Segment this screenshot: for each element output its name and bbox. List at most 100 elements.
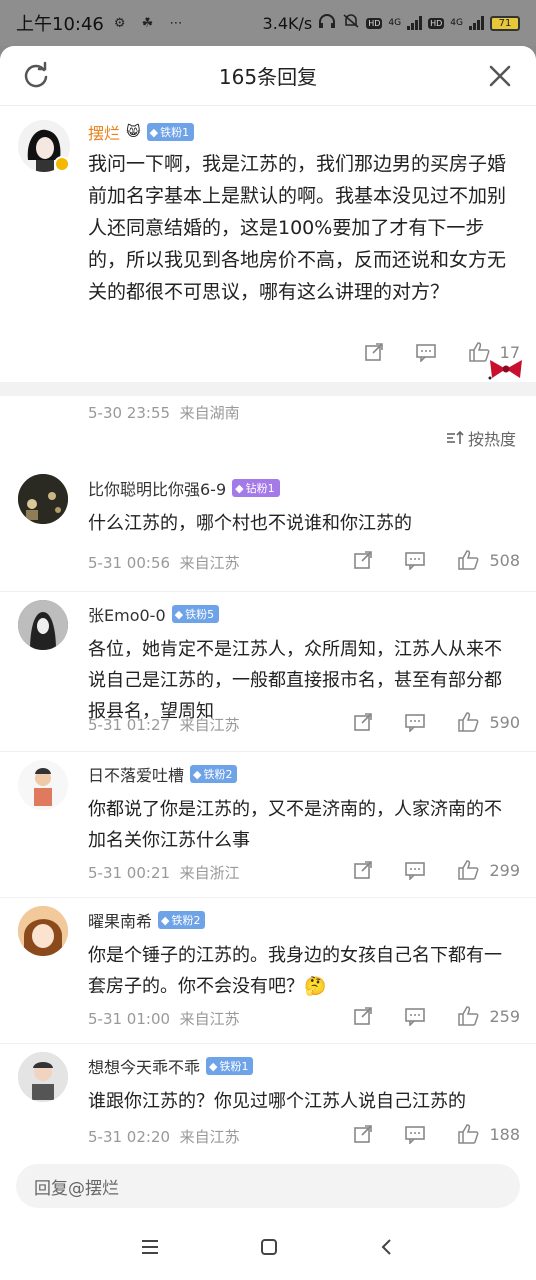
fan-badge-label: 铁粉2 <box>171 914 201 927</box>
fan-badge-label: 铁粉5 <box>185 608 215 621</box>
reply-author-name[interactable]: 日不落爱吐槽 <box>88 762 184 786</box>
diamond-icon: ◆ <box>149 125 159 139</box>
sort-icon <box>446 430 464 444</box>
back-icon <box>381 1239 391 1255</box>
reply-author-row: 张Emo0-0 ◆ 铁粉5 <box>88 602 220 626</box>
post-author-row: 摆烂 😸 ◆ 铁粉1 <box>88 120 195 144</box>
reply-meta: 5-31 01:00 来自江苏 <box>88 1008 240 1029</box>
thumbs-up-icon <box>458 860 479 880</box>
share-button[interactable] <box>353 712 373 732</box>
like-count: 508 <box>489 550 520 570</box>
reply-meta: 5-31 02:20 来自江苏 <box>88 1126 240 1147</box>
share-icon <box>354 861 373 879</box>
comment-button[interactable] <box>405 550 426 570</box>
reply-content: 你是个锤子的江苏的。我身边的女孩自己名下都有一套房子的。你不会没有吧？🤔 <box>88 945 502 997</box>
avatar[interactable] <box>18 906 68 956</box>
fan-badge: ◆ 铁粉1 <box>206 1057 254 1075</box>
like-button[interactable]: 299 <box>457 860 520 880</box>
fan-badge: ◆ 铁粉5 <box>171 605 220 623</box>
comment-button[interactable] <box>415 342 436 362</box>
reply-location: 来自浙江 <box>179 864 240 882</box>
menu-button[interactable] <box>139 1238 161 1260</box>
close-icon <box>489 65 511 87</box>
fan-badge-label: 钻粉1 <box>245 482 275 495</box>
reply-location: 来自江苏 <box>179 1128 240 1146</box>
diamond-icon: ◆ <box>235 481 244 495</box>
reply-author-name[interactable]: 比你聪明比你强6-9 <box>88 476 226 500</box>
fan-badge-label: 铁粉1 <box>160 126 190 139</box>
comment-icon <box>415 344 436 362</box>
reply-item: 曜果南希 ◆ 铁粉2 你是个锤子的江苏的。我身边的女孩自己名下都有一套房子的。你不… <box>0 898 536 1044</box>
system-nav-bar <box>0 1218 536 1280</box>
comment-button[interactable] <box>405 1124 426 1144</box>
comment-button[interactable] <box>405 712 426 732</box>
network-type-2: 4G <box>450 18 463 28</box>
thumbs-up-icon <box>458 550 479 570</box>
post-time: 5-30 23:55 <box>88 404 171 422</box>
reply-meta: 5-31 00:56 来自江苏 <box>88 552 240 573</box>
status-bar: 上午10:46 ⚙ ☘ ⋯ 3.4K/s HD 4G HD 4G 71 <box>0 0 536 46</box>
reply-content: 你都说了你是江苏的，又不是济南的，人家济南的不加名关你江苏什么事 <box>88 799 502 851</box>
hd-badge-2: HD <box>428 17 445 29</box>
reply-actions: 299 <box>353 860 520 880</box>
share-button[interactable] <box>353 1124 373 1144</box>
back-button[interactable] <box>377 1237 397 1261</box>
post-meta: 5-30 23:55 来自湖南 <box>88 402 240 423</box>
refresh-icon <box>24 61 48 88</box>
reply-time: 5-31 01:27 <box>88 716 171 734</box>
post-author-name[interactable]: 摆烂 <box>88 120 120 144</box>
comment-icon <box>405 862 426 880</box>
reply-author-row: 想想今天乖不乖 ◆ 铁粉1 <box>88 1054 254 1078</box>
like-button[interactable]: 259 <box>457 1006 520 1026</box>
notification-icons: ⚙ ☘ ⋯ <box>113 15 189 31</box>
like-button[interactable]: 188 <box>457 1124 520 1144</box>
refresh-button[interactable] <box>20 60 52 92</box>
sort-label: 按热度 <box>467 430 516 449</box>
reply-input[interactable]: 回复@摆烂 <box>16 1164 520 1208</box>
reply-location: 来自江苏 <box>179 554 240 572</box>
comment-icon <box>405 552 426 570</box>
like-button[interactable]: 508 <box>457 550 520 570</box>
share-button[interactable] <box>353 1006 373 1026</box>
fan-badge-label: 铁粉1 <box>219 1060 249 1073</box>
like-button[interactable]: 590 <box>457 712 520 732</box>
share-button[interactable] <box>364 342 384 362</box>
avatar[interactable] <box>18 760 68 810</box>
sort-by-heat-button[interactable]: 按热度 <box>446 426 516 450</box>
home-button[interactable] <box>259 1237 279 1261</box>
like-count: 259 <box>489 1006 520 1026</box>
avatar[interactable] <box>18 474 68 524</box>
close-button[interactable] <box>484 60 516 92</box>
like-count: 188 <box>489 1124 520 1144</box>
avatar[interactable] <box>18 1052 68 1102</box>
comment-button[interactable] <box>405 1006 426 1026</box>
reply-author-name[interactable]: 张Emo0-0 <box>88 602 166 626</box>
sheet-header: 165条回复 <box>0 46 536 106</box>
share-icon <box>354 1125 373 1143</box>
battery-level: 71 <box>498 17 512 29</box>
reply-meta: 5-31 00:21 来自浙江 <box>88 862 240 883</box>
reply-actions: 188 <box>353 1124 520 1144</box>
like-count: 299 <box>489 860 520 880</box>
like-button[interactable]: 17 <box>468 342 520 362</box>
diamond-icon: ◆ <box>174 607 184 621</box>
share-icon <box>364 343 383 361</box>
reply-actions: 259 <box>353 1006 520 1026</box>
reply-actions: 508 <box>353 550 520 570</box>
verified-icon <box>54 156 70 172</box>
share-button[interactable] <box>353 860 373 880</box>
reply-author-name[interactable]: 想想今天乖不乖 <box>88 1054 200 1078</box>
avatar[interactable] <box>18 600 68 650</box>
fan-badge: ◆ 钻粉1 <box>232 479 280 497</box>
post-actions: 17 <box>364 342 520 362</box>
reply-time: 5-31 00:56 <box>88 554 171 572</box>
battery-icon: 71 <box>490 15 520 31</box>
comment-button[interactable] <box>405 860 426 880</box>
share-button[interactable] <box>353 550 373 570</box>
original-comment: 摆烂 😸 ◆ 铁粉1 我问一下啊，我是江苏的，我们那边男的买房子婚前加名字基本上是… <box>0 106 536 422</box>
reply-item: 比你聪明比你强6-9 ◆ 钻粉1 什么江苏的，哪个村也不说谁和你江苏的 5-31 … <box>0 466 536 592</box>
reply-author-name[interactable]: 曜果南希 <box>88 908 152 932</box>
thumbs-up-icon <box>458 1006 479 1026</box>
reply-time: 5-31 01:00 <box>88 1010 171 1028</box>
share-icon <box>354 713 373 731</box>
